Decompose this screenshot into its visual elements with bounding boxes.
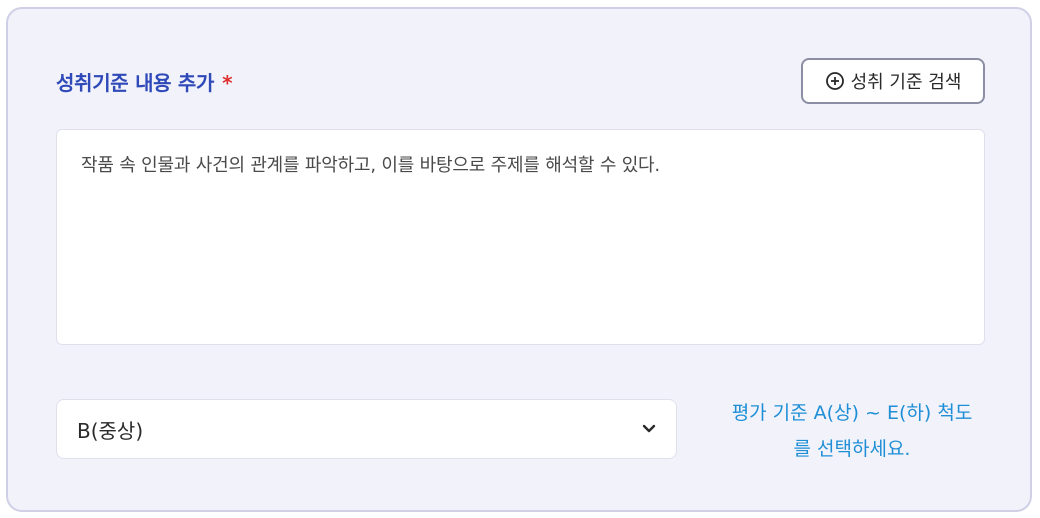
standard-content-textarea[interactable]: 작품 속 인물과 사건의 관계를 파악하고, 이를 바탕으로 주제를 해석할 수…	[56, 129, 985, 345]
required-mark: *	[222, 71, 233, 95]
evaluation-level-value: B(중상)	[77, 418, 144, 443]
chevron-down-icon	[642, 424, 656, 433]
evaluation-hint-line-1: 평가 기준 A(상) ~ E(하) 척도	[731, 402, 973, 424]
evaluation-hint: 평가 기준 A(상) ~ E(하) 척도 를 선택하세요.	[702, 395, 1002, 467]
search-standard-button-label: 성취 기준 검색	[850, 72, 962, 93]
section-title-text: 성취기준 내용 추가	[56, 71, 215, 95]
evaluation-hint-line-2: 를 선택하세요.	[793, 438, 911, 460]
evaluation-level-select[interactable]: B(중상)	[56, 399, 677, 459]
search-standard-button[interactable]: 성취 기준 검색	[801, 58, 985, 104]
achievement-standard-card: 성취기준 내용 추가 * 성취 기준 검색 작품 속 인물과 사건의 관계를 파악…	[6, 7, 1032, 512]
section-title: 성취기준 내용 추가 *	[56, 67, 233, 96]
plus-circle-icon	[825, 72, 844, 90]
